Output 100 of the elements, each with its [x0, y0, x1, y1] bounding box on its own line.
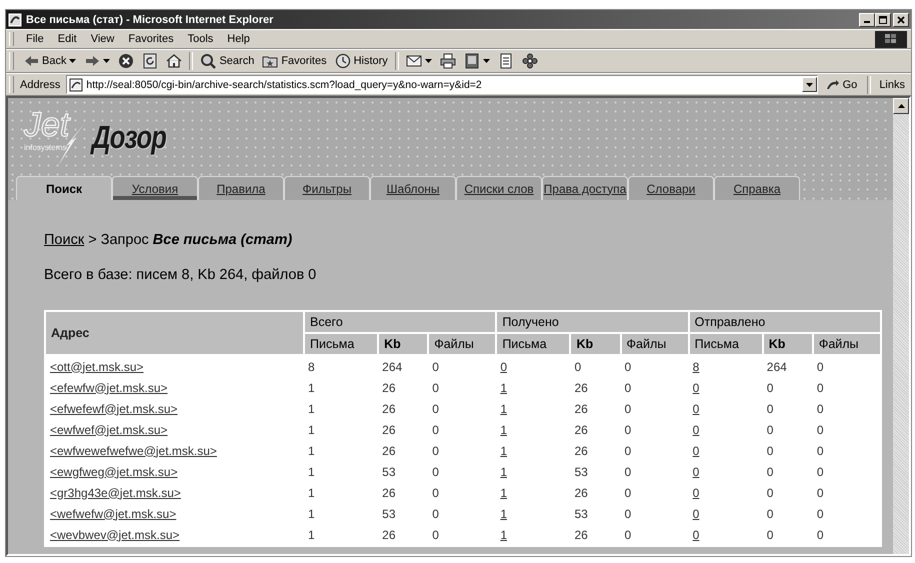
nav-tab[interactable]: Фильтры	[284, 176, 370, 200]
flower-icon	[522, 53, 538, 69]
caret-icon	[424, 59, 432, 63]
address-link[interactable]: <efewfw@jet.msk.su>	[50, 380, 168, 394]
history-button[interactable]: History	[332, 52, 391, 70]
count-link[interactable]: 0	[692, 444, 700, 458]
menu-item[interactable]: Edit	[52, 32, 83, 46]
address-link[interactable]: <wevbwev@jet.msk.su>	[50, 528, 180, 542]
table-cell: 26	[570, 524, 620, 546]
table-cell: 53	[570, 503, 620, 524]
nav-tab[interactable]: Справка	[714, 176, 800, 200]
favorites-button[interactable]: Favorites	[259, 52, 330, 70]
table-cell: 0	[812, 440, 881, 461]
count-link[interactable]: 0	[692, 506, 700, 520]
scroll-up-button[interactable]	[893, 98, 909, 114]
minimize-button[interactable]	[859, 12, 875, 26]
menu-item[interactable]: Help	[221, 32, 256, 46]
address-link[interactable]: <ewfwef@jet.msk.su>	[50, 422, 168, 436]
table-cell: 0	[812, 461, 881, 482]
table-cell: 26	[378, 440, 428, 461]
table-cell: 53	[570, 461, 620, 482]
nav-tab[interactable]: Условия	[112, 176, 198, 200]
count-link[interactable]: 0	[692, 402, 700, 416]
address-link[interactable]: <ewgfweg@jet.msk.su>	[50, 464, 178, 478]
count-link[interactable]: 0	[692, 380, 700, 394]
links-button[interactable]: Links	[875, 78, 907, 90]
caret-icon	[69, 59, 76, 63]
search-link[interactable]: Поиск	[44, 232, 84, 248]
count-link[interactable]: 1	[500, 506, 507, 520]
address-link[interactable]: <efwefewf@jet.msk.su>	[50, 402, 178, 416]
count-link[interactable]: 1	[500, 422, 507, 436]
table-cell: 0	[762, 482, 813, 503]
printer-icon	[440, 53, 456, 69]
table-cell: 0	[428, 419, 496, 440]
scrollbar[interactable]	[893, 98, 909, 554]
count-link[interactable]: 0	[500, 360, 507, 374]
table-cell: 0	[812, 524, 881, 546]
address-link[interactable]: <ott@jet.msk.su>	[50, 360, 144, 374]
forward-arrow-icon	[84, 53, 100, 69]
nav-tab[interactable]: Словари	[628, 176, 714, 200]
address-field[interactable]: http://seal:8050/cgi-bin/archive-search/statistics.scm?load_query=y&no-warn=y&id=2	[66, 75, 818, 94]
caret-icon	[806, 82, 813, 86]
nav-tab[interactable]: Правила	[198, 176, 284, 200]
count-link[interactable]: 1	[500, 528, 507, 542]
table-cell: 0	[620, 355, 689, 377]
address-link[interactable]: <gr3hg43e@jet.msk.su>	[50, 486, 181, 500]
column-header: Письма	[496, 333, 570, 355]
back-button[interactable]: Back	[20, 52, 80, 70]
table-cell: 0	[620, 377, 689, 398]
go-arrow-icon	[826, 78, 840, 90]
column-header: Kb	[762, 333, 813, 355]
table-cell: 0	[428, 398, 496, 419]
table-cell: 0	[428, 440, 496, 461]
nav-tab[interactable]: Поиск	[16, 176, 112, 200]
column-header: Kb	[570, 333, 620, 355]
column-header: Письма	[688, 333, 763, 355]
table-cell: 0	[812, 419, 881, 440]
count-link[interactable]: 1	[500, 402, 507, 416]
menu-item[interactable]: View	[84, 32, 120, 46]
minimize-icon	[864, 20, 870, 22]
table-cell: 1	[304, 419, 378, 440]
table-cell: 0	[428, 355, 496, 377]
count-link[interactable]: 1	[500, 380, 507, 394]
envelope-icon	[406, 53, 422, 69]
count-link[interactable]: 0	[692, 528, 700, 542]
address-link[interactable]: <ewfwewefwefwe@jet.msk.su>	[50, 444, 217, 458]
go-button[interactable]: Go	[820, 78, 864, 90]
menu-item[interactable]: Favorites	[122, 32, 180, 46]
table-cell: 0	[570, 355, 620, 377]
count-link[interactable]: 0	[692, 464, 700, 478]
nav-tab[interactable]: Списки слов	[456, 176, 542, 200]
column-header: Файлы	[812, 333, 881, 355]
count-link[interactable]: 1	[500, 444, 507, 458]
nav-tab[interactable]: Права доступа	[542, 176, 628, 200]
window-title: Все письма (стат) - Microsoft Internet Explorer	[26, 14, 274, 26]
table-cell: 0	[620, 419, 689, 440]
up-arrow-icon	[898, 104, 904, 108]
maximize-button[interactable]	[875, 12, 891, 26]
summary-text: Всего в базе: писем 8, Kb 264, файлов 0	[44, 267, 318, 283]
address-dropdown-button[interactable]	[802, 77, 817, 92]
clock-icon	[334, 53, 351, 69]
table-cell: 26	[378, 524, 428, 546]
menu-item[interactable]: File	[20, 32, 50, 46]
count-link[interactable]: 0	[692, 486, 700, 500]
table-cell: 26	[570, 440, 620, 461]
nav-tab[interactable]: Шаблоны	[370, 176, 456, 200]
table-cell: 0	[762, 461, 813, 482]
search-button[interactable]: Search	[197, 52, 258, 70]
menu-item[interactable]: Tools	[182, 32, 220, 46]
address-link[interactable]: <wefwefw@jet.msk.su>	[50, 506, 176, 520]
count-link[interactable]: 8	[692, 360, 700, 374]
close-button[interactable]	[893, 12, 909, 26]
count-link[interactable]: 0	[692, 422, 700, 436]
table-cell: 8	[304, 355, 378, 377]
windows-flag-icon	[885, 34, 897, 44]
table-cell: 1	[304, 377, 378, 398]
count-link[interactable]: 1	[500, 464, 507, 478]
table-cell: 0	[620, 503, 689, 524]
count-link[interactable]: 1	[500, 486, 507, 500]
column-header: Файлы	[620, 333, 689, 355]
